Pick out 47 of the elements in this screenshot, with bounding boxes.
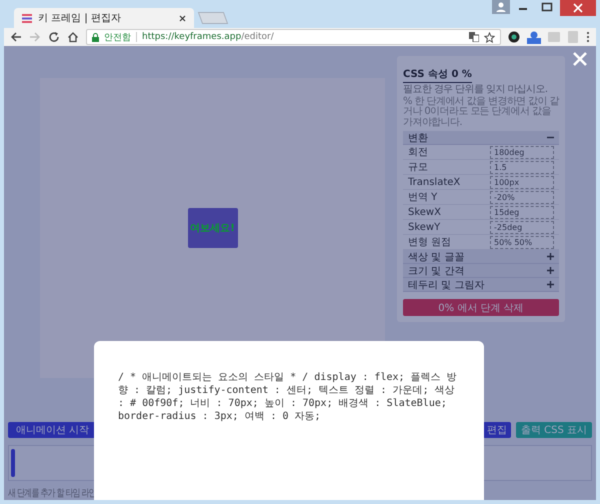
section-header[interactable]: 색상 및 글꼴 <box>403 250 559 264</box>
reload-icon[interactable] <box>48 31 60 43</box>
input-field[interactable]: 1.5 <box>490 160 554 174</box>
section-title: 크기 및 간격 <box>408 264 464 278</box>
minus-icon <box>547 134 554 141</box>
section-header[interactable]: 변환 <box>403 131 559 145</box>
user-icon[interactable] <box>492 0 510 14</box>
hint-text: 필요한 경우 단위를 잊지 마십시오. <box>403 85 548 96</box>
section-header[interactable]: 테두리 및 그림자 <box>403 278 559 292</box>
close-icon[interactable] <box>560 0 596 16</box>
input-field[interactable]: 50% 50% <box>490 236 554 248</box>
plus-icon <box>547 267 554 274</box>
stack-icon <box>22 14 32 22</box>
field-label: TranslateX <box>408 176 460 188</box>
star-icon[interactable] <box>484 32 495 42</box>
browser-tab[interactable]: 키 프레임 | 편집자 <box>14 8 194 28</box>
back-icon[interactable] <box>10 31 22 43</box>
address-bar[interactable]: 안전함 https://keyframes.app/editor/ <box>86 29 501 45</box>
menu-icon[interactable] <box>586 31 590 43</box>
keyframe-marker[interactable] <box>11 449 15 477</box>
panel-title: CSS 속성 0 % <box>403 67 472 83</box>
input-field[interactable]: 100px <box>490 176 554 188</box>
lock-icon <box>92 32 99 42</box>
note-text: % 한 단계에서 값을 변경하면 값이 같거나 0이더라도 모든 단계에서 값을 가져야합니다. <box>403 96 559 128</box>
home-icon[interactable] <box>67 31 79 43</box>
close-icon[interactable] <box>179 14 186 22</box>
field-label: 회전 <box>408 146 428 159</box>
plus-icon <box>547 253 554 260</box>
extension-icon[interactable] <box>508 31 520 43</box>
section-title: 변환 <box>408 132 428 144</box>
field-label: 번역 Y <box>408 191 438 204</box>
edit-button[interactable]: 편집 <box>482 422 511 438</box>
section-title: 테두리 및 그림자 <box>408 278 484 292</box>
field-label: SkewX <box>408 206 441 218</box>
input-field[interactable]: -25deg <box>490 220 554 234</box>
section-header[interactable]: 크기 및 간격 <box>403 264 559 278</box>
input-field[interactable]: 15deg <box>490 206 554 218</box>
input-field[interactable]: 180deg <box>490 146 554 158</box>
input-field[interactable]: -20% <box>490 190 554 204</box>
css-code: / * 애니메이트되는 요소의 스타일 * / display : flex; 플렉스 방향 : 칼럼; justify-content : 센터; 텍스트 정렬 : 가운데; 색상 : # 00f90f; 너비 : 70px; 높이 : 70px; 배경색 : SlateBlue; border-radius : 3px; 여백 : 0 자동; <box>118 371 458 423</box>
delete-step-button[interactable]: 0% 에서 단계 삭제 <box>403 299 559 316</box>
section-title: 색상 및 글꼴 <box>408 250 464 264</box>
field-label: SkewY <box>408 222 440 232</box>
element-text: 여보세요! <box>190 222 235 235</box>
field-label: 변형 원점 <box>408 236 452 249</box>
field-label: 규모 <box>408 161 428 174</box>
plus-icon <box>547 281 554 288</box>
